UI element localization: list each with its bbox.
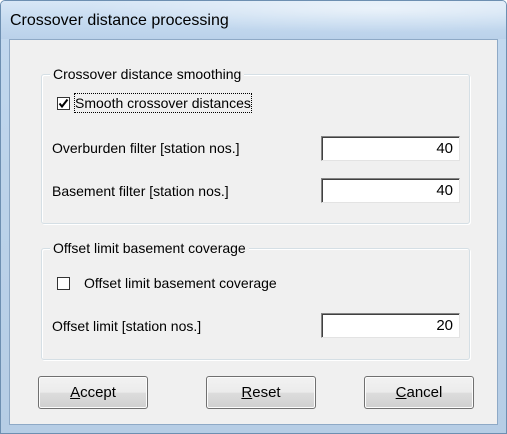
reset-rest: eset [252,384,281,401]
smooth-crossover-checkbox[interactable] [57,97,70,110]
offset-limit-label: Offset limit [station nos.] [52,318,202,334]
cancel-accel: C [395,384,407,401]
accept-accel: A [70,384,81,401]
accept-rest: ccept [80,384,116,401]
overburden-filter-label: Overburden filter [station nos.] [52,140,240,156]
window-title: Crossover distance processing [10,12,229,29]
reset-accel: R [241,384,253,401]
overburden-filter-input[interactable] [321,136,460,161]
offset-limit-checkbox[interactable] [57,277,70,290]
offset-limit-input[interactable] [321,313,460,338]
offset-groupbox: Offset limit basement coverage [41,239,470,360]
reset-button[interactable]: Reset [206,376,316,409]
smooth-crossover-label[interactable]: Smooth crossover distances [74,93,252,113]
cancel-rest: ancel [406,384,443,401]
offset-limit-checkbox-label[interactable]: Offset limit basement coverage [84,274,277,292]
dialog-client-area: Crossover distance smoothing Smooth cros… [9,39,498,425]
dialog-window: Crossover distance processing Crossover … [0,0,507,434]
basement-filter-label: Basement filter [station nos.] [52,183,229,199]
title-bar[interactable]: Crossover distance processing [1,1,506,39]
offset-group-title: Offset limit basement coverage [50,239,249,257]
smoothing-group-title: Crossover distance smoothing [50,65,245,83]
basement-filter-input[interactable] [321,178,460,203]
cancel-button[interactable]: Cancel [364,376,474,409]
checkmark-icon [58,95,69,109]
accept-button[interactable]: Accept [38,376,148,409]
